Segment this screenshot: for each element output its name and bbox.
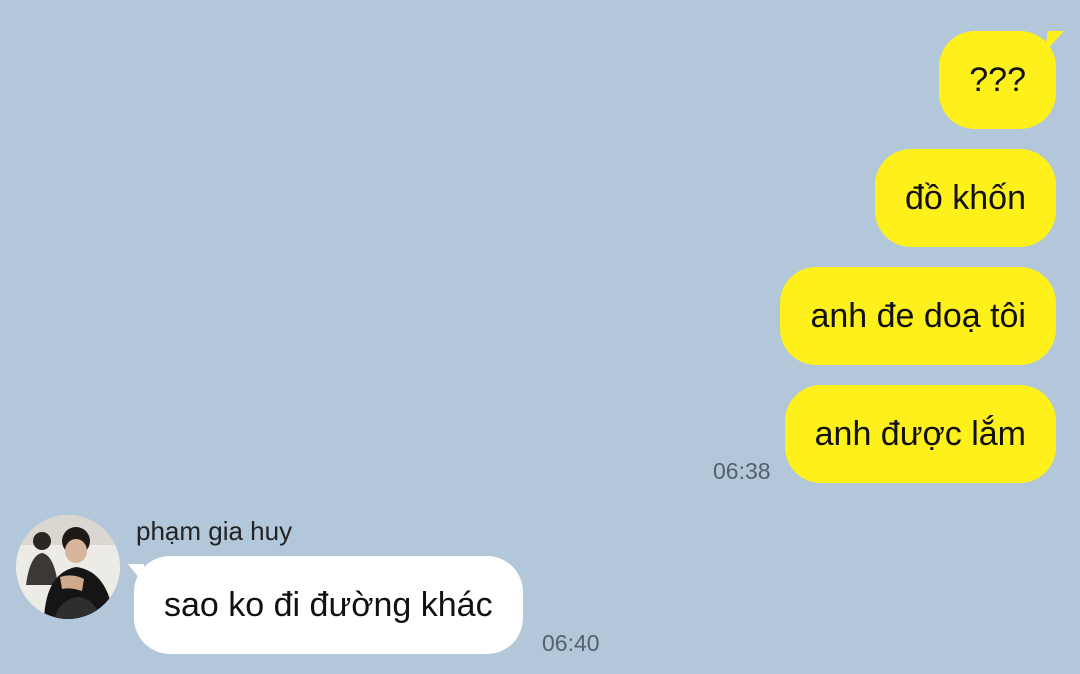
sender-name: phạm gia huy — [136, 516, 293, 546]
message-timestamp: 06:40 — [542, 630, 600, 656]
outgoing-message-bubble[interactable]: đồ khốn — [875, 149, 1056, 247]
outgoing-message-bubble[interactable]: anh đe doạ tôi — [780, 267, 1056, 365]
avatar-photo-icon — [16, 515, 120, 619]
outgoing-message-bubble[interactable]: ??? — [939, 31, 1056, 129]
message-text: sao ko đi đường khác — [164, 586, 493, 624]
message-text: ??? — [969, 61, 1026, 99]
chat-thread[interactable]: ??? đồ khốn anh đe doạ tôi anh được lắm … — [0, 0, 1080, 674]
message-text: đồ khốn — [905, 179, 1026, 217]
incoming-message-bubble[interactable]: sao ko đi đường khác — [128, 556, 523, 654]
sender-avatar[interactable] — [16, 515, 120, 619]
message-text: anh đe doạ tôi — [810, 297, 1026, 335]
message-timestamp: 06:38 — [713, 458, 771, 484]
outgoing-message-bubble[interactable]: anh được lắm — [784, 385, 1056, 483]
message-text: anh được lắm — [814, 415, 1026, 453]
